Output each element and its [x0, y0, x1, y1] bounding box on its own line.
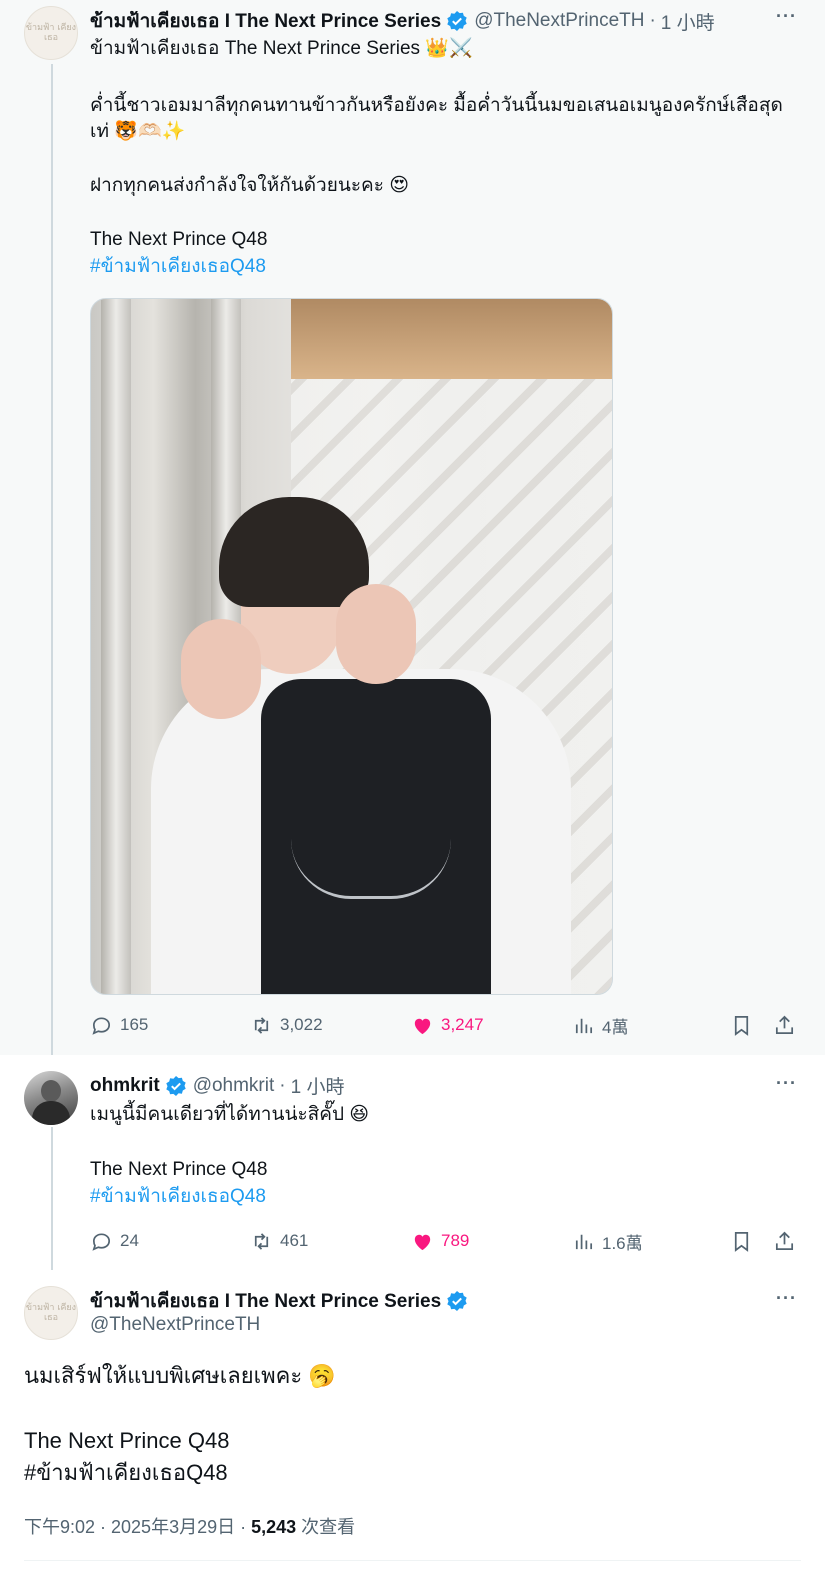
tweet-text-line: ฝากทุกคนส่งกำลังใจให้กันด้วยนะคะ 😍	[90, 175, 410, 196]
share-icon	[775, 1015, 794, 1034]
tweet-header: ข้ามฟ้าเคียงเธอ I The Next Prince Series…	[90, 6, 715, 36]
thread-line	[51, 1127, 53, 1270]
display-name[interactable]: ข้ามฟ้าเคียงเธอ I The Next Prince Series	[90, 1286, 441, 1316]
share-icon	[775, 1231, 794, 1250]
views-button[interactable]: 4萬	[572, 1010, 628, 1040]
more-options-icon[interactable]: ···	[776, 6, 797, 27]
tweet-text-line: เท่ 🐯🫶🏻✨	[90, 121, 186, 142]
tweet-photo[interactable]	[90, 298, 613, 995]
avatar[interactable]	[24, 1071, 78, 1125]
tweet-text-line: ค่ำนี้ชาวเอมมาลีทุกคนทานข้าวกันหรือยังคะ…	[90, 95, 783, 116]
reply-tweet[interactable]: ohmkrit @ohmkrit · 1 小時 ··· เมนูนี้มีคนเ…	[0, 1055, 825, 1270]
action-bar: 165 3,022 3,247 4萬	[90, 1010, 802, 1040]
tweet-text-line: The Next Prince Q48	[90, 229, 268, 250]
photo-vest	[261, 679, 491, 994]
reply-count: 24	[120, 1231, 139, 1250]
verified-badge-icon	[447, 11, 467, 31]
retweet-button[interactable]: 3,022	[250, 1010, 323, 1040]
separator-dot: ·	[649, 10, 656, 31]
avatar[interactable]: ข้ามฟ้า เคียงเธอ	[24, 6, 78, 60]
focused-tweet: ข้ามฟ้า เคียงเธอ ข้ามฟ้าเคียงเธอ I The N…	[0, 1270, 825, 1580]
retweet-count: 461	[280, 1231, 309, 1250]
more-options-icon[interactable]: ···	[776, 1073, 797, 1094]
tweet-meta: 下午9:02 · 2025年3月29日 · 5,243 次查看	[24, 1513, 355, 1539]
reply-count: 165	[120, 1015, 149, 1034]
view-count: 5,243	[251, 1517, 297, 1537]
like-button[interactable]: 789	[411, 1226, 469, 1256]
display-name[interactable]: ohmkrit	[90, 1075, 160, 1097]
avatar-logo-text: ข้ามฟ้า เคียงเธอ	[25, 1303, 77, 1323]
view-label: 次查看	[296, 1517, 356, 1537]
retweet-icon	[254, 1232, 269, 1250]
tweet-text-line: เมนูนี้มีคนเดียวที่ได้ทานน่ะสิคั๊ป 😆	[90, 1104, 370, 1125]
views-button[interactable]: 1.6萬	[572, 1226, 643, 1256]
separator-dot: ·	[279, 1074, 286, 1096]
retweet-button[interactable]: 461	[250, 1226, 308, 1256]
hashtag-link[interactable]: #ข้ามฟ้าเคียงเธอQ48	[90, 1183, 266, 1210]
more-options-icon[interactable]: ···	[776, 1288, 797, 1309]
share-button[interactable]	[773, 1226, 796, 1256]
photo-right-hand	[336, 584, 416, 684]
handle-row: @TheNextPrinceTH	[90, 1314, 260, 1336]
tweet-text-line: นมเสิร์ฟให้แบบพิเศษเลยเพคะ 🥱	[24, 1363, 336, 1388]
user-handle[interactable]: @TheNextPrinceTH	[474, 10, 644, 32]
view-count: 1.6萬	[602, 1233, 643, 1253]
tweet-header: ข้ามฟ้าเคียงเธอ I The Next Prince Series	[90, 1286, 474, 1316]
retweet-icon	[254, 1016, 269, 1034]
verified-badge-icon	[447, 1291, 467, 1311]
analytics-icon	[575, 1018, 593, 1033]
reply-button[interactable]: 24	[90, 1226, 139, 1256]
action-bar: 24 461 789 1.6萬	[90, 1226, 802, 1256]
photo-pillar	[101, 299, 131, 994]
tweet-header: ohmkrit @ohmkrit · 1 小時	[90, 1072, 344, 1099]
avatar-logo-text: ข้ามฟ้า เคียงเธอ	[25, 23, 77, 43]
share-button[interactable]	[773, 1010, 796, 1040]
bookmark-icon	[734, 1231, 749, 1252]
avatar[interactable]: ข้ามฟ้า เคียงเธอ	[24, 1286, 78, 1340]
analytics-icon	[575, 1234, 593, 1249]
like-count: 789	[441, 1231, 470, 1250]
photo-left-hand	[181, 619, 261, 719]
reply-icon	[92, 1232, 111, 1251]
display-name[interactable]: ข้ามฟ้าเคียงเธอ I The Next Prince Series	[90, 6, 441, 36]
hashtag-link[interactable]: #ข้ามฟ้าเคียงเธอQ48	[24, 1457, 228, 1489]
tweet-text-line: The Next Prince Q48	[90, 1159, 268, 1180]
timestamp[interactable]: 1 小時	[661, 8, 715, 35]
heart-filled-icon	[414, 1018, 431, 1034]
post-datetime[interactable]: 下午9:02 · 2025年3月29日 ·	[24, 1517, 251, 1537]
bookmark-icon	[734, 1015, 749, 1036]
like-count: 3,247	[441, 1015, 484, 1034]
timestamp[interactable]: 1 小時	[291, 1072, 345, 1099]
verified-badge-icon	[165, 1075, 186, 1096]
tweet-text-line: ข้ามฟ้าเคียงเธอ The Next Prince Series 👑…	[90, 38, 473, 59]
parent-tweet[interactable]: ข้ามฟ้า เคียงเธอ ข้ามฟ้าเคียงเธอ I The N…	[0, 0, 825, 1055]
like-button[interactable]: 3,247	[411, 1010, 484, 1040]
avatar-body	[32, 1101, 70, 1125]
view-count: 4萬	[602, 1017, 629, 1037]
retweet-count: 3,022	[280, 1015, 323, 1034]
bookmark-button[interactable]	[730, 1226, 753, 1256]
avatar-head	[41, 1080, 61, 1102]
thread-line	[51, 64, 53, 1055]
tweet-text-line: The Next Prince Q48	[24, 1428, 230, 1453]
reply-icon	[92, 1016, 111, 1035]
bookmark-button[interactable]	[730, 1010, 753, 1040]
user-handle[interactable]: @ohmkrit	[193, 1075, 275, 1097]
reply-button[interactable]: 165	[90, 1010, 148, 1040]
heart-filled-icon	[414, 1234, 431, 1250]
hashtag-link[interactable]: #ข้ามฟ้าเคียงเธอQ48	[90, 253, 266, 280]
divider	[24, 1560, 801, 1561]
user-handle[interactable]: @TheNextPrinceTH	[90, 1314, 260, 1336]
photo-wood-panel	[291, 299, 612, 379]
